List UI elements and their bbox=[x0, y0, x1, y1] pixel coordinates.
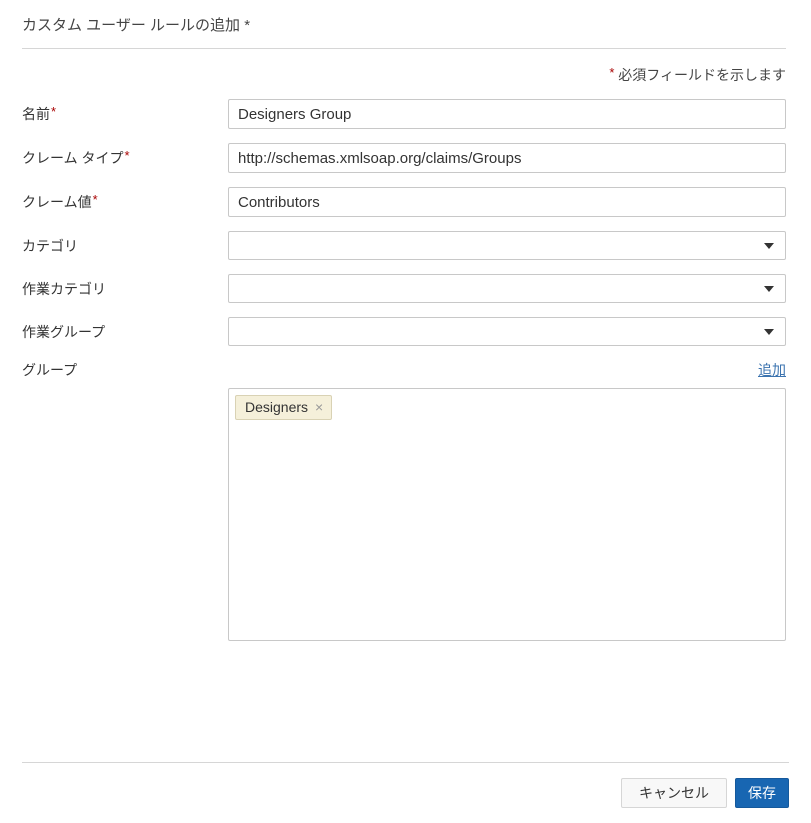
chevron-down-icon bbox=[764, 286, 774, 292]
required-note-text: 必須フィールドを示します bbox=[614, 67, 786, 83]
work-category-label: 作業カテゴリ bbox=[22, 279, 228, 299]
required-fields-note: * 必須フィールドを示します bbox=[22, 65, 786, 85]
claim-type-label: クレーム タイプ* bbox=[22, 148, 228, 168]
claim-type-row: クレーム タイプ* bbox=[22, 143, 786, 173]
remove-tag-icon[interactable]: × bbox=[315, 400, 323, 414]
title-divider bbox=[22, 48, 786, 49]
group-tag-designers: Designers × bbox=[235, 395, 332, 420]
chevron-down-icon bbox=[764, 243, 774, 249]
cancel-button[interactable]: キャンセル bbox=[621, 778, 727, 808]
claim-value-input[interactable] bbox=[228, 187, 786, 217]
groups-add-link[interactable]: 追加 bbox=[758, 360, 786, 380]
name-required-asterisk: * bbox=[51, 104, 56, 119]
name-row: 名前* bbox=[22, 99, 786, 129]
work-group-dropdown[interactable] bbox=[228, 317, 786, 346]
claim-type-required-asterisk: * bbox=[124, 148, 129, 163]
claim-value-row: クレーム値* bbox=[22, 187, 786, 217]
footer-divider bbox=[22, 762, 789, 763]
groups-header: グループ 追加 bbox=[22, 360, 786, 380]
category-row: カテゴリ bbox=[22, 231, 786, 260]
add-custom-user-rule-dialog: カスタム ユーザー ルールの追加 * * 必須フィールドを示します 名前* クレ… bbox=[0, 0, 811, 641]
name-label: 名前* bbox=[22, 104, 228, 124]
save-button[interactable]: 保存 bbox=[735, 778, 789, 808]
chevron-down-icon bbox=[764, 329, 774, 335]
category-dropdown[interactable] bbox=[228, 231, 786, 260]
name-input[interactable] bbox=[228, 99, 786, 129]
claim-value-label: クレーム値* bbox=[22, 192, 228, 212]
work-category-dropdown[interactable] bbox=[228, 274, 786, 303]
work-group-row: 作業グループ bbox=[22, 317, 786, 346]
work-category-row: 作業カテゴリ bbox=[22, 274, 786, 303]
claim-type-input[interactable] bbox=[228, 143, 786, 173]
claim-value-required-asterisk: * bbox=[93, 192, 98, 207]
group-tag-label: Designers bbox=[245, 399, 308, 415]
dialog-footer: キャンセル 保存 bbox=[0, 762, 811, 823]
work-group-label: 作業グループ bbox=[22, 322, 228, 342]
category-label: カテゴリ bbox=[22, 236, 228, 256]
groups-listbox[interactable]: Designers × bbox=[228, 388, 786, 641]
dialog-title: カスタム ユーザー ルールの追加 * bbox=[22, 14, 786, 48]
groups-label: グループ bbox=[22, 360, 77, 380]
